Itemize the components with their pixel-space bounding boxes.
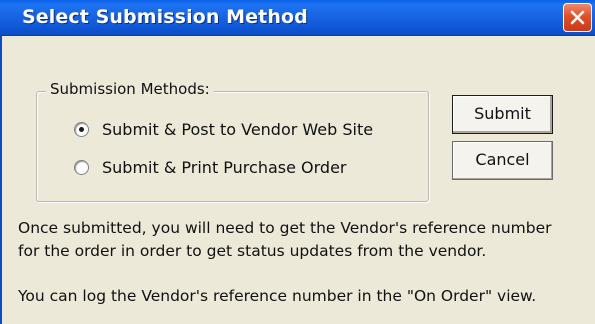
radio-option-post-to-vendor[interactable]: Submit & Post to Vendor Web Site	[74, 120, 373, 139]
select-submission-method-dialog: Select Submission Method Submission Meth…	[0, 0, 595, 324]
radio-label-print-po: Submit & Print Purchase Order	[102, 158, 347, 177]
radio-button-unchecked[interactable]	[74, 160, 89, 175]
title-bar[interactable]: Select Submission Method	[0, 0, 595, 36]
info-text-line-2: for the order in order to get status upd…	[18, 242, 487, 260]
radio-option-print-po[interactable]: Submit & Print Purchase Order	[74, 158, 347, 177]
close-button[interactable]	[563, 3, 592, 32]
submit-button[interactable]: Submit	[452, 95, 553, 134]
window-title: Select Submission Method	[22, 6, 308, 28]
radio-label-post-to-vendor: Submit & Post to Vendor Web Site	[102, 120, 374, 139]
cancel-button[interactable]: Cancel	[452, 141, 553, 180]
info-text-line-1: Once submitted, you will need to get the…	[18, 219, 552, 237]
close-icon	[570, 10, 585, 25]
radio-button-checked[interactable]	[74, 122, 89, 137]
submission-methods-groupbox	[36, 91, 429, 202]
window-border	[0, 36, 2, 324]
groupbox-legend: Submission Methods:	[46, 80, 214, 98]
info-text-line-3: You can log the Vendor's reference numbe…	[18, 287, 537, 305]
